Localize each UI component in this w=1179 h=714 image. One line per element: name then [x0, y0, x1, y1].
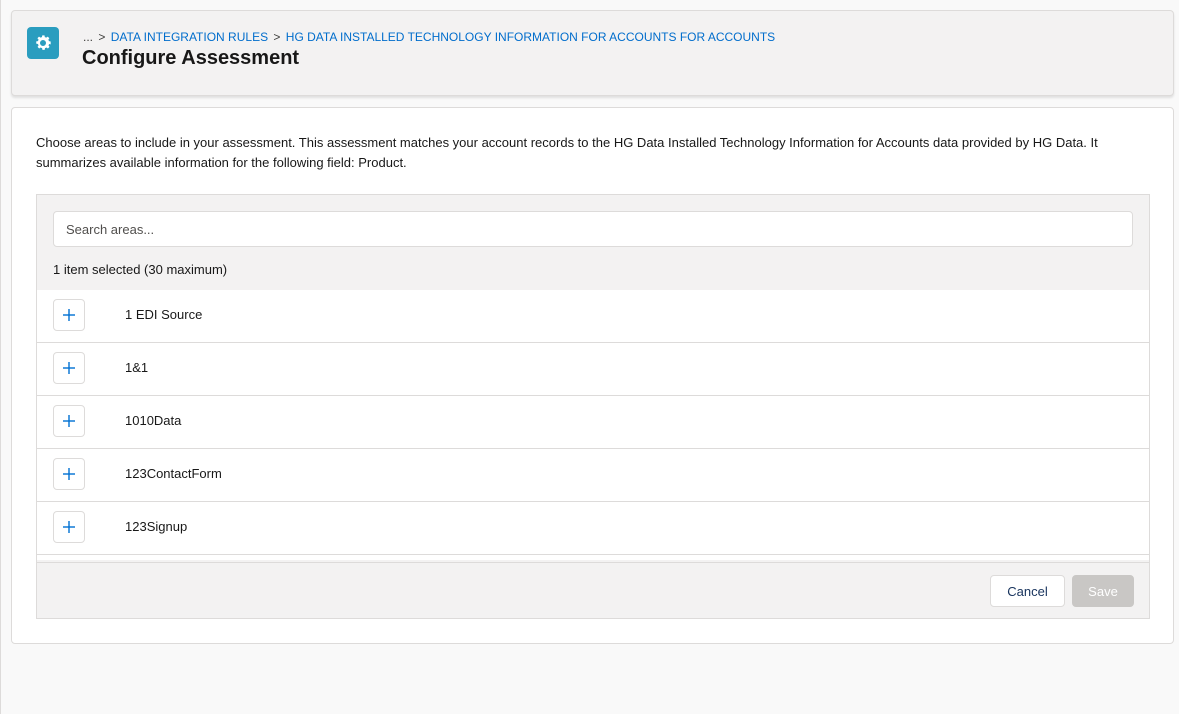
assessment-description: Choose areas to include in your assessme…: [36, 135, 1098, 170]
breadcrumb-link-data-integration-rules[interactable]: DATA INTEGRATION RULES: [111, 30, 268, 44]
area-picker: 1 item selected (30 maximum) 1 EDI Sourc…: [36, 194, 1150, 619]
selected-count: 1 item selected (30 maximum): [53, 262, 228, 277]
assessment-card: Choose areas to include in your assessme…: [11, 107, 1174, 644]
area-list[interactable]: 1 EDI Source 1&1 1010Data 123ContactForm…: [37, 290, 1149, 560]
list-item: 1&1: [37, 343, 1149, 396]
plus-icon: [63, 309, 75, 321]
area-label: 123Signup: [125, 519, 188, 534]
plus-icon: [63, 468, 75, 480]
plus-icon: [63, 362, 75, 374]
list-item: 123ContactForm: [37, 449, 1149, 502]
breadcrumb-ellipsis[interactable]: ...: [83, 30, 93, 44]
breadcrumb-link-hg-data-rule[interactable]: HG DATA INSTALLED TECHNOLOGY INFORMATION…: [286, 30, 775, 44]
list-item: 1010Data: [37, 396, 1149, 449]
area-label: 1010Data: [125, 413, 182, 428]
area-label: 1 EDI Source: [125, 307, 203, 322]
search-areas-input[interactable]: [53, 211, 1133, 247]
area-label: 1&1: [125, 360, 149, 375]
page-title: Configure Assessment: [82, 47, 300, 69]
breadcrumb-separator: >: [98, 30, 106, 44]
page-header: ... > DATA INTEGRATION RULES > HG DATA I…: [11, 10, 1174, 96]
add-area-button[interactable]: [53, 299, 85, 331]
add-area-button[interactable]: [53, 352, 85, 384]
cancel-button[interactable]: Cancel: [990, 575, 1065, 607]
app-frame: ... > DATA INTEGRATION RULES > HG DATA I…: [0, 0, 1179, 714]
add-area-button[interactable]: [53, 405, 85, 437]
plus-icon: [63, 521, 75, 533]
area-label: 123ContactForm: [125, 466, 222, 481]
breadcrumb: ... > DATA INTEGRATION RULES > HG DATA I…: [83, 30, 775, 44]
list-item: 1 EDI Source: [37, 290, 1149, 343]
list-item: 123Signup: [37, 502, 1149, 555]
picker-footer: Cancel Save: [37, 562, 1149, 618]
plus-icon: [63, 415, 75, 427]
gear-icon: [27, 27, 59, 59]
breadcrumb-separator: >: [273, 30, 281, 44]
add-area-button[interactable]: [53, 458, 85, 490]
add-area-button[interactable]: [53, 511, 85, 543]
save-button[interactable]: Save: [1072, 575, 1134, 607]
